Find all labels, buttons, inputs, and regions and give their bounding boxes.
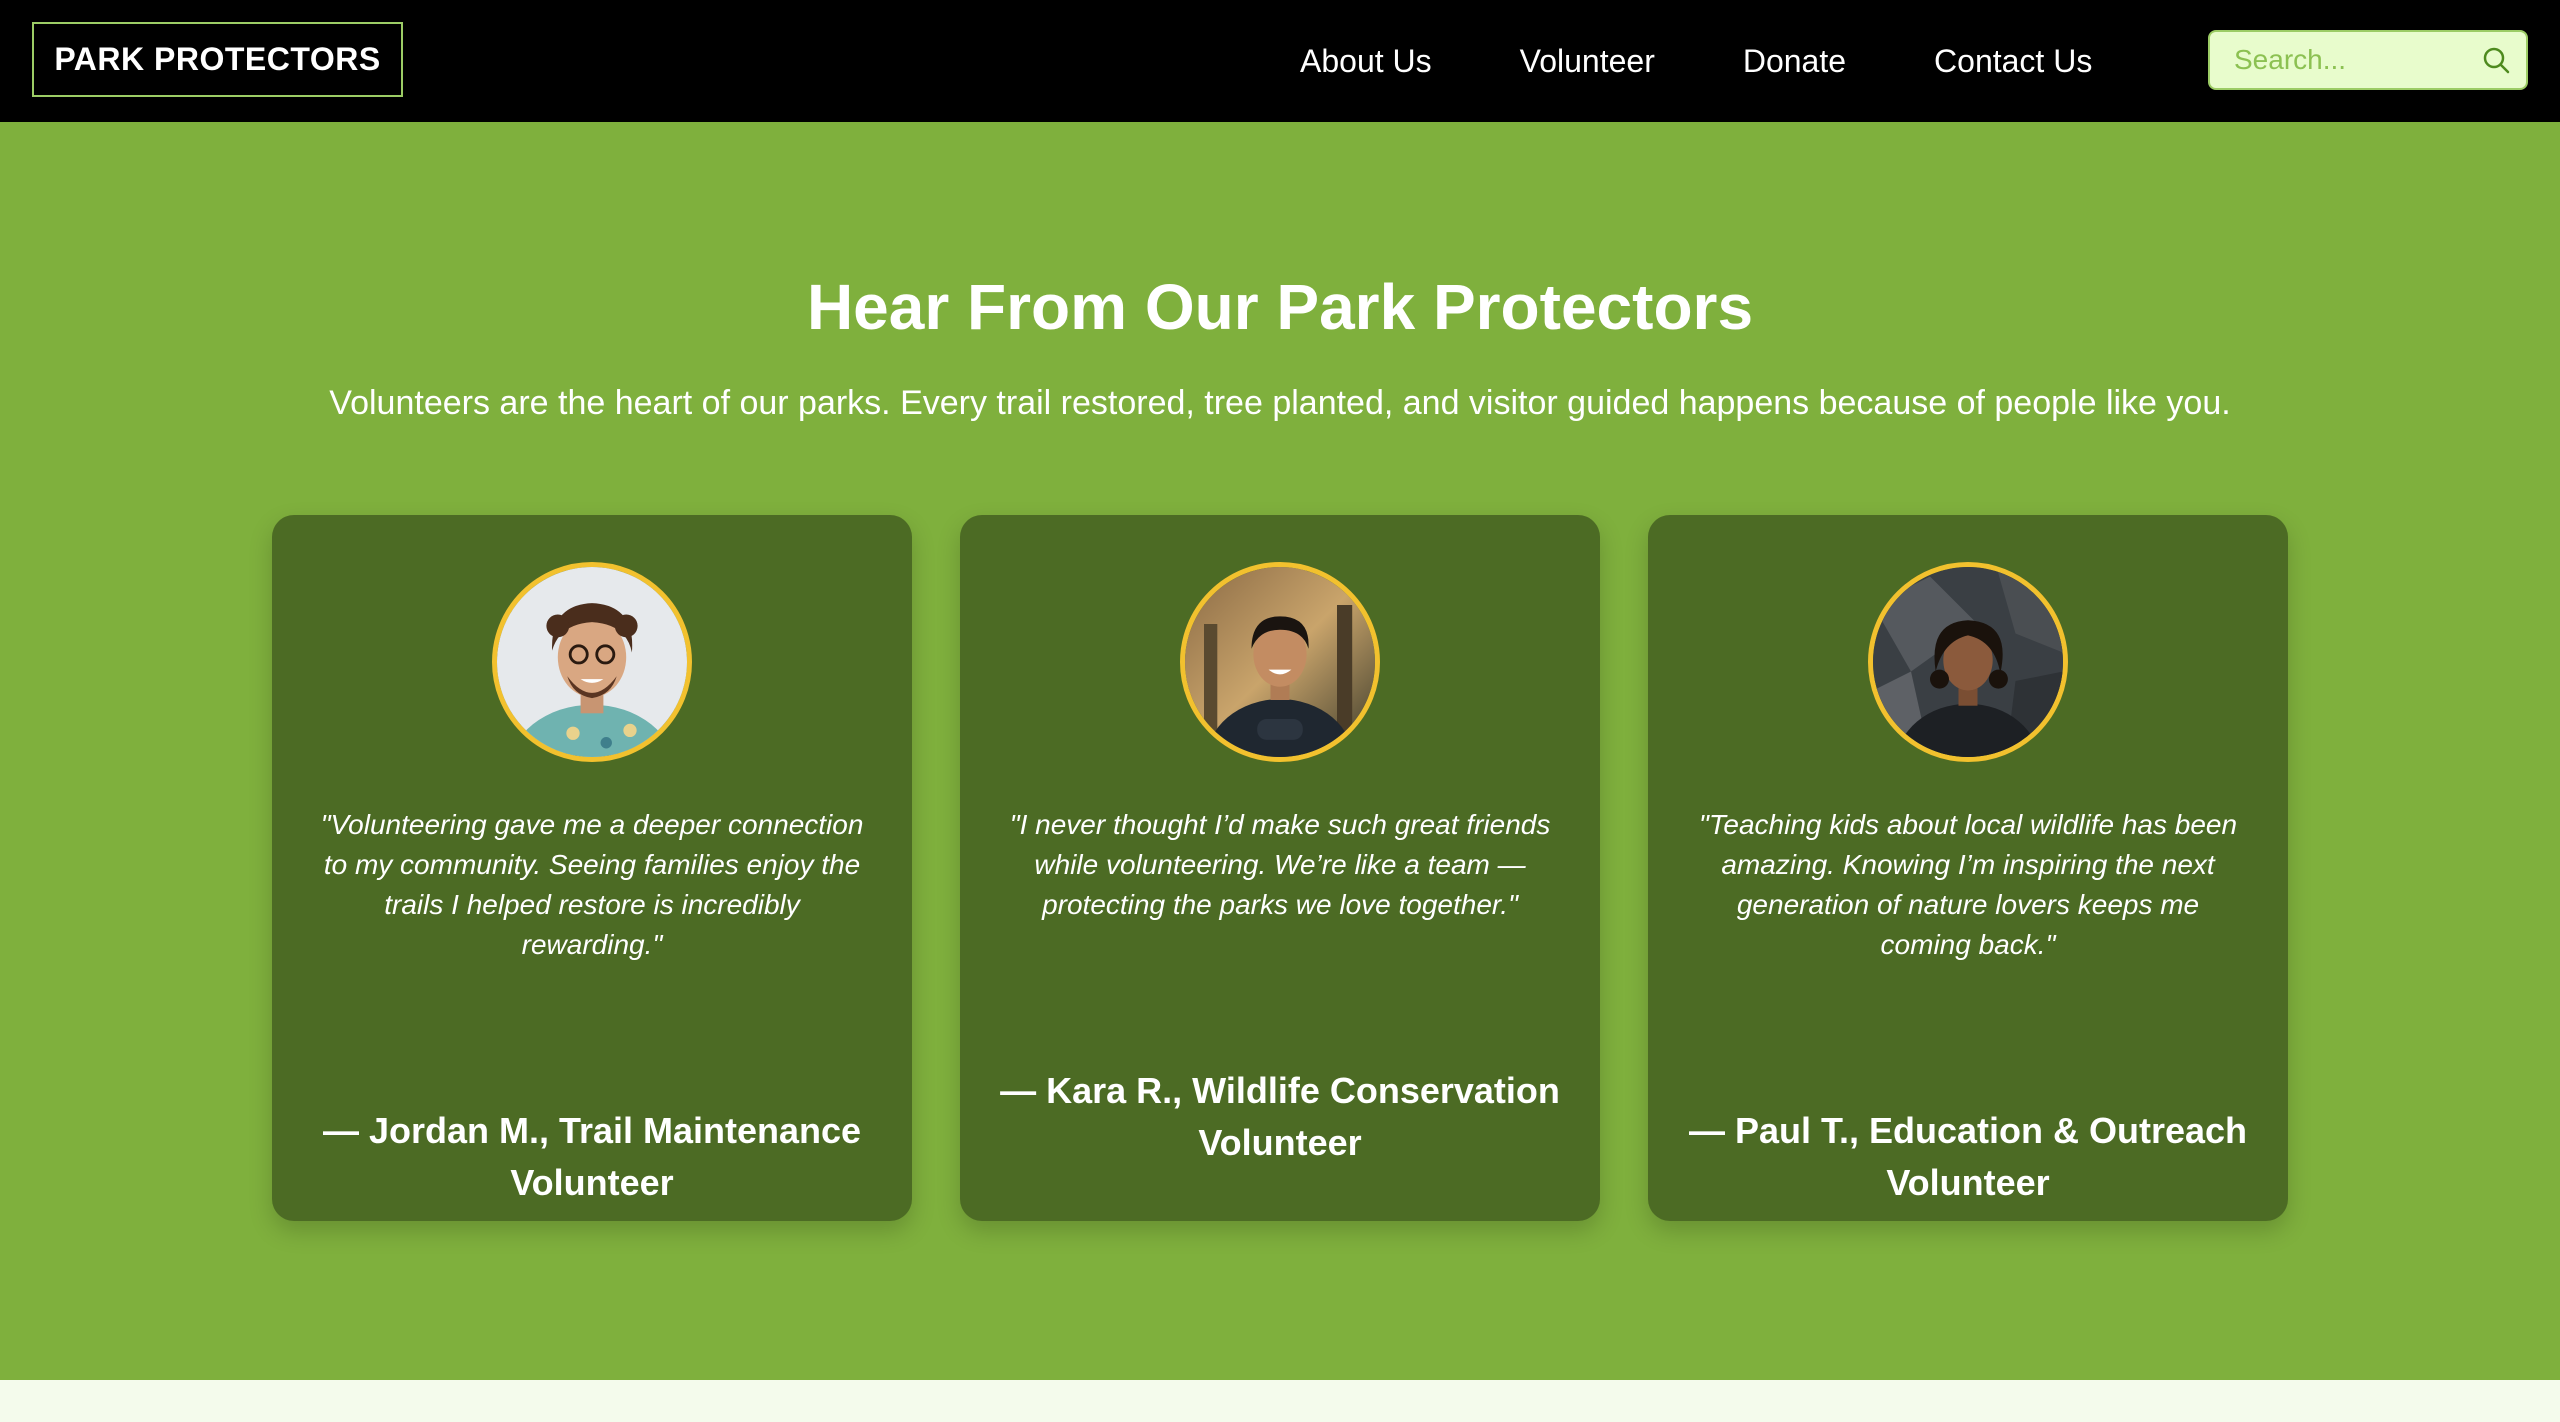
testimonial-quote: "Volunteering gave me a deeper connectio… [320, 809, 864, 960]
nav-link-volunteer[interactable]: Volunteer [1520, 43, 1655, 80]
testimonial-card-paul: "Teaching kids about local wildlife has … [1648, 515, 2288, 1221]
avatar-jordan [492, 562, 692, 762]
section-title: Hear From Our Park Protectors [806, 271, 1754, 343]
testimonial-author: — Jordan M., Trail Maintenance Volunteer [322, 1110, 862, 1203]
testimonial-author: — Kara R., Wildlife Conservation Volunte… [1000, 1070, 1560, 1163]
main-nav: About Us Volunteer Donate Contact Us [1300, 0, 2092, 122]
search-input[interactable] [2210, 32, 2470, 88]
testimonial-quote: "Teaching kids about local wildlife has … [1698, 809, 2238, 960]
top-navbar: PARK PROTECTORS About Us Volunteer Donat… [0, 0, 2560, 122]
nav-link-contact-us[interactable]: Contact Us [1934, 43, 2092, 80]
nav-link-donate[interactable]: Donate [1743, 43, 1846, 80]
search-box [2208, 30, 2528, 90]
search-icon[interactable] [2480, 44, 2512, 76]
nav-link-about-us[interactable]: About Us [1300, 43, 1432, 80]
avatar-kara [1180, 562, 1380, 762]
avatar-paul [1868, 562, 2068, 762]
testimonials-section: Hear From Our Park Protectors Volunteers… [0, 122, 2560, 1380]
testimonial-card-kara: "I never thought I’d make such great fri… [960, 515, 1600, 1221]
footer-strip [0, 1380, 2560, 1422]
section-subtitle: Volunteers are the heart of our parks. E… [329, 384, 2231, 422]
testimonial-quote: "I never thought I’d make such great fri… [1009, 809, 1551, 920]
testimonial-author: — Paul T., Education & Outreach Voluntee… [1688, 1110, 2248, 1203]
site-logo[interactable]: PARK PROTECTORS [32, 22, 403, 97]
testimonial-card-jordan: "Volunteering gave me a deeper connectio… [272, 515, 912, 1221]
